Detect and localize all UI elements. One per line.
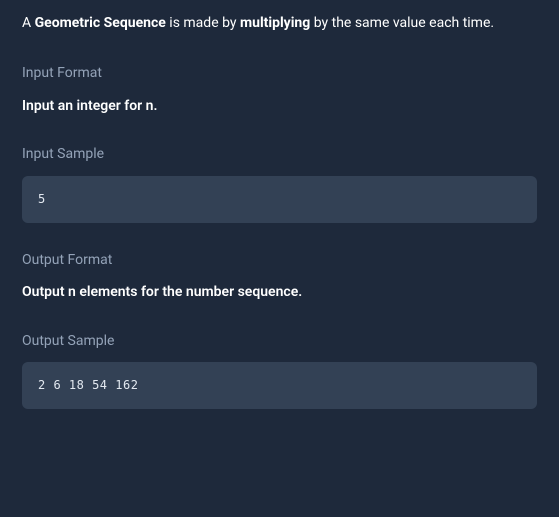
- output-format-text: Output n elements for the number sequenc…: [22, 281, 537, 303]
- input-sample-code: 5: [22, 176, 537, 223]
- intro-text-prefix: A: [22, 15, 35, 31]
- output-sample-label: Output Sample: [22, 330, 537, 352]
- output-format-label: Output Format: [22, 249, 537, 271]
- input-sample-label: Input Sample: [22, 143, 537, 165]
- intro-text-mid: is made by: [166, 15, 240, 31]
- input-format-text: Input an integer for n.: [22, 95, 537, 117]
- input-format-label: Input Format: [22, 62, 537, 84]
- intro-paragraph: A Geometric Sequence is made by multiply…: [22, 12, 537, 34]
- output-sample-code: 2 6 18 54 162: [22, 362, 537, 409]
- intro-text-suffix: by the same value each time.: [310, 15, 494, 31]
- intro-term-multiplying: multiplying: [240, 15, 310, 31]
- intro-term-geometric-sequence: Geometric Sequence: [35, 15, 166, 31]
